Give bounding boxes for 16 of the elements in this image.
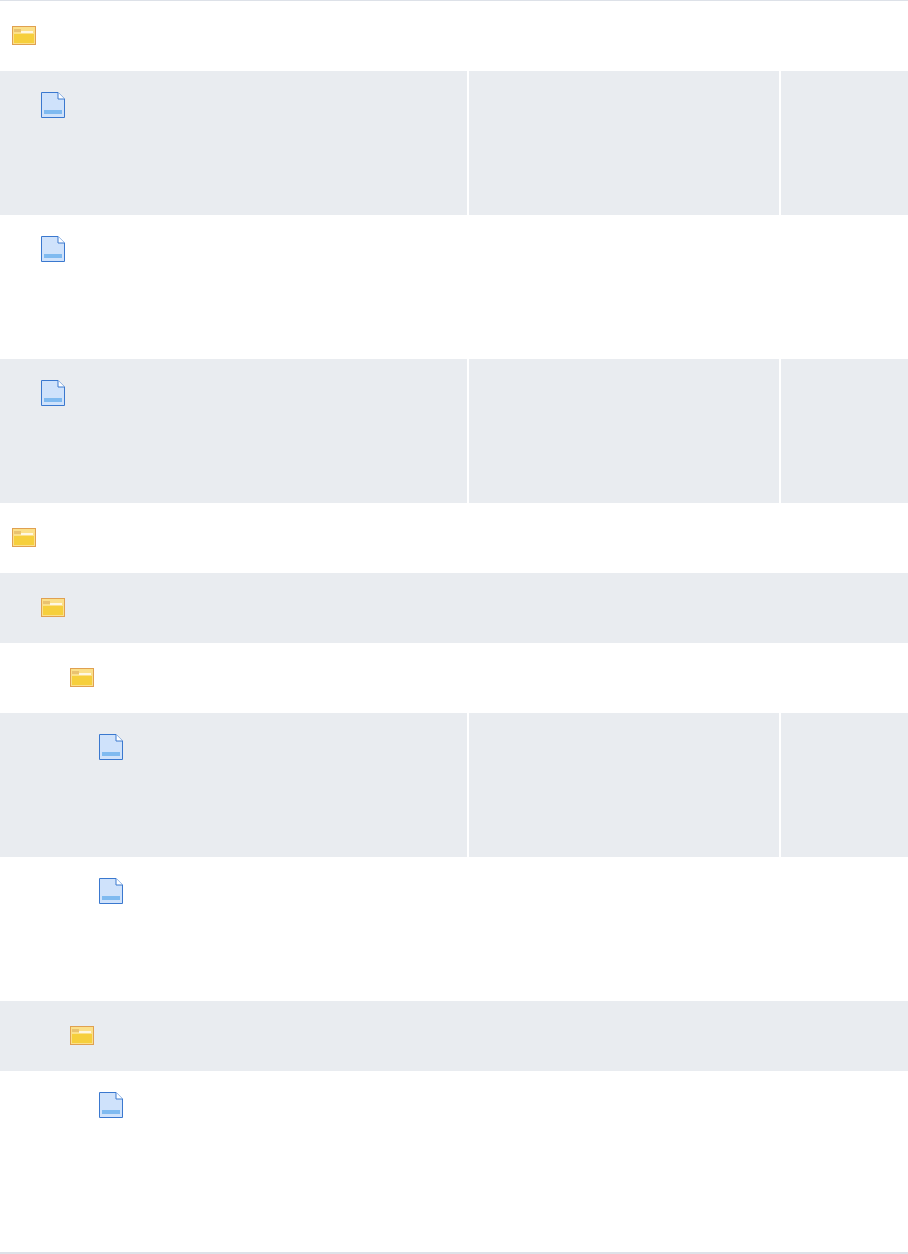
folder-icon (12, 528, 36, 547)
folder-icon (41, 598, 65, 617)
file-icon (41, 92, 65, 118)
file-icon (99, 878, 123, 904)
file-icon (41, 236, 65, 262)
file-icon (99, 1092, 123, 1118)
tree-row[interactable] (0, 713, 908, 857)
tree-row[interactable] (0, 1001, 908, 1071)
folder-icon (70, 1026, 94, 1045)
file-icon (99, 734, 123, 760)
folder-icon (12, 26, 36, 45)
folder-icon (70, 668, 94, 687)
tree-row[interactable] (0, 71, 908, 215)
file-icon (41, 380, 65, 406)
tree-row[interactable] (0, 359, 908, 503)
tree-row[interactable] (0, 573, 908, 643)
